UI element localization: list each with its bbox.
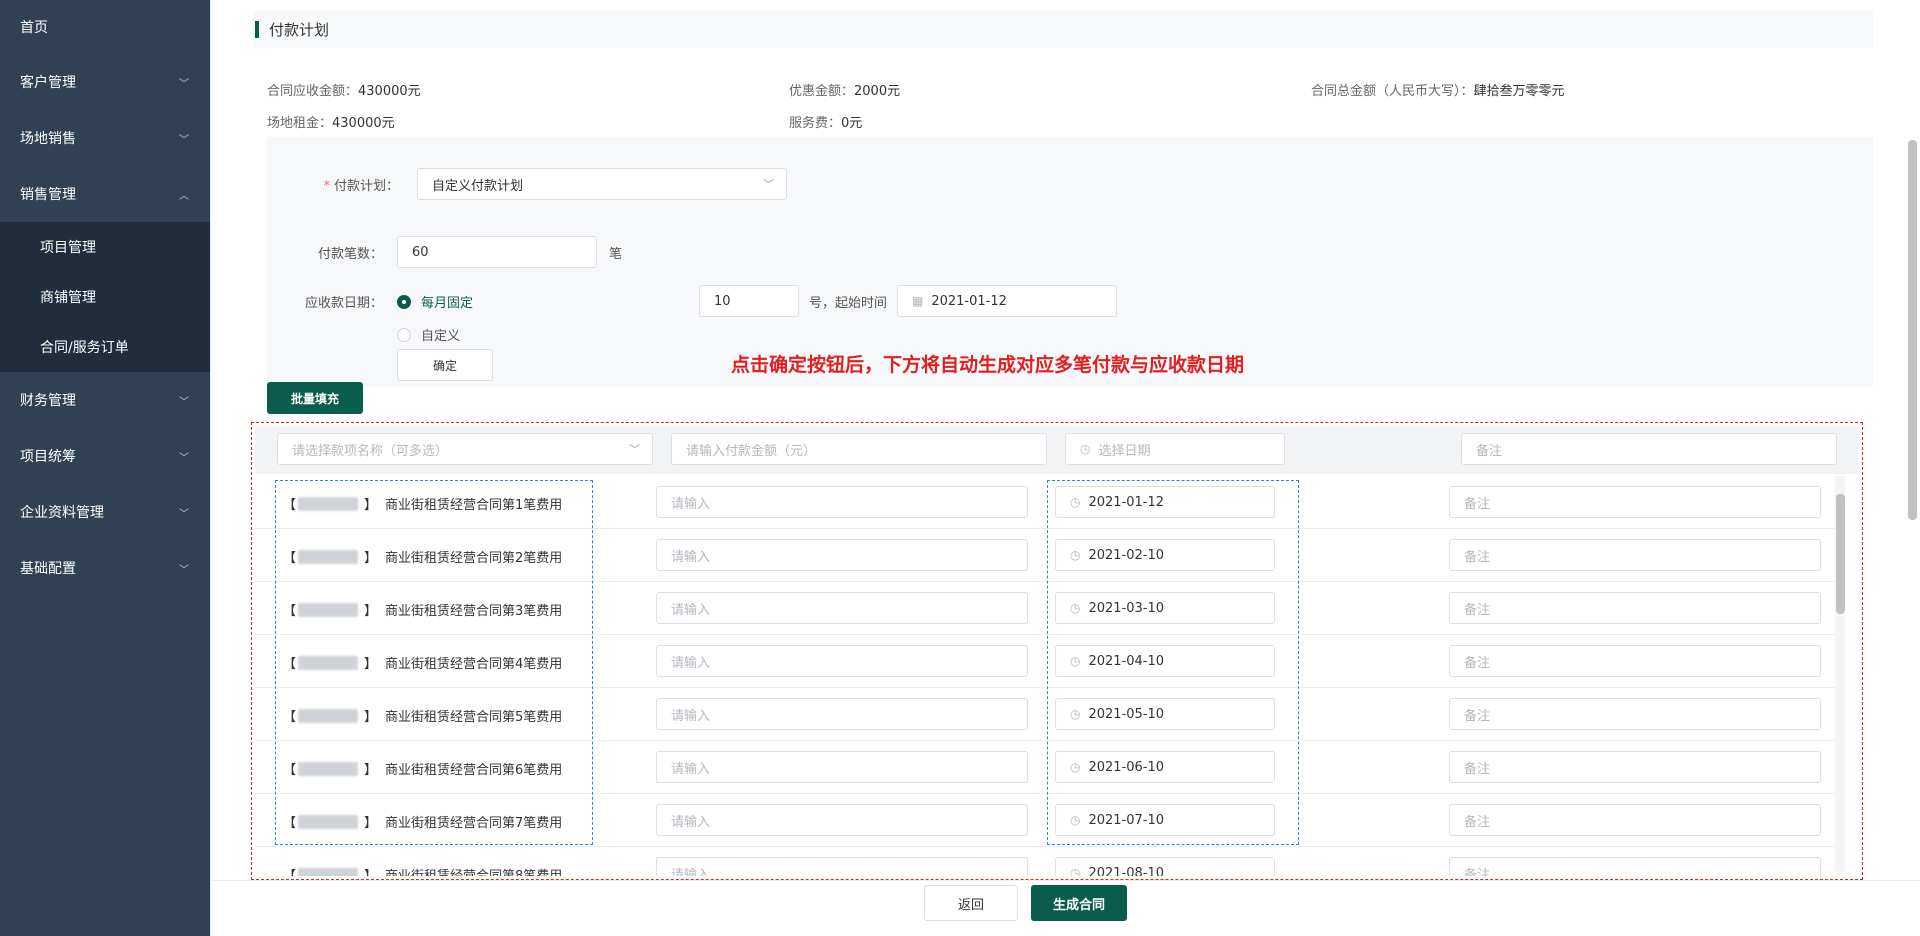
sidebar-item-label: 项目统筹 bbox=[20, 449, 76, 465]
sidebar-item-company-data[interactable]: 企业资料管理 ﹀ bbox=[0, 484, 210, 540]
date-label: 应收款日期： bbox=[304, 296, 383, 311]
total-label: 合同总金额（人民币大写）： bbox=[1311, 84, 1474, 99]
generate-contract-button[interactable]: 生成合同 bbox=[1031, 885, 1127, 921]
radio-unchecked-icon bbox=[397, 327, 411, 342]
sidebar-item-label: 客户管理 bbox=[20, 75, 76, 91]
start-label: 号，起始时间 bbox=[809, 296, 888, 311]
start-date-input[interactable]: ▦ 2021-01-12 bbox=[897, 285, 1117, 317]
chevron-down-icon: ﹀ bbox=[179, 452, 189, 464]
chevron-down-icon: ﹀ bbox=[179, 564, 189, 576]
rent-label: 场地租金： bbox=[267, 116, 333, 131]
sidebar-item-label: 企业资料管理 bbox=[20, 505, 104, 521]
page-scrollbar-thumb[interactable] bbox=[1908, 140, 1917, 520]
count-label: 付款笔数： bbox=[317, 247, 383, 262]
total-value: 肆拾叁万零零元 bbox=[1473, 84, 1565, 99]
rent-value: 430000元 bbox=[332, 116, 395, 131]
monthly-day-input[interactable]: 10 bbox=[699, 285, 799, 317]
annotation-text: 点击确定按钮后，下方将自动生成对应多笔付款与应收款日期 bbox=[731, 354, 1245, 376]
receivable-amount: 合同应收金额： 430000元 bbox=[267, 80, 421, 99]
annotation-date-column-frame bbox=[1047, 480, 1299, 845]
footer-bar: 返回 生成合同 bbox=[211, 880, 1920, 936]
calendar-icon: ▦ bbox=[912, 294, 924, 308]
sidebar-item-sales[interactable]: 销售管理 ︿ bbox=[0, 166, 210, 222]
receivable-label: 合同应收金额： bbox=[267, 84, 359, 99]
chevron-down-icon: ﹀ bbox=[179, 78, 189, 90]
plan-label: * 付款计划： bbox=[267, 175, 399, 194]
required-mark: * bbox=[323, 179, 330, 194]
main-content: 付款计划 合同应收金额： 430000元 优惠金额： 2000元 合同总金额（人民币… bbox=[210, 0, 1920, 936]
sidebar-item-base-config[interactable]: 基础配置 ﹀ bbox=[0, 540, 210, 596]
sidebar-item-label: 场地销售 bbox=[20, 131, 76, 147]
monthly-radio[interactable]: 每月固定 bbox=[397, 292, 473, 311]
batch-fill-button[interactable]: 批量填充 bbox=[267, 382, 363, 414]
service-value: 0元 bbox=[841, 116, 863, 131]
plan-select[interactable]: 自定义付款计划 ﹀ bbox=[417, 168, 787, 200]
sidebar-subitem-label: 商铺管理 bbox=[40, 290, 96, 306]
sales-submenu: 项目管理 商铺管理 合同/服务订单 bbox=[0, 222, 210, 372]
sidebar-item-home[interactable]: 首页 bbox=[0, 0, 210, 54]
sidebar-subitem-projects[interactable]: 项目管理 bbox=[0, 222, 210, 272]
discount-amount: 优惠金额： 2000元 bbox=[789, 80, 900, 99]
discount-label: 优惠金额： bbox=[789, 84, 855, 99]
custom-radio[interactable]: 自定义 bbox=[397, 325, 460, 344]
discount-value: 2000元 bbox=[854, 84, 901, 99]
custom-radio-label: 自定义 bbox=[421, 329, 461, 344]
sidebar-item-label: 财务管理 bbox=[20, 393, 76, 409]
plan-select-value: 自定义付款计划 bbox=[432, 178, 524, 194]
confirm-button[interactable]: 确定 bbox=[397, 349, 493, 381]
count-input[interactable]: 60 bbox=[397, 236, 597, 268]
start-date-value: 2021-01-12 bbox=[931, 293, 1007, 309]
count-unit: 笔 bbox=[609, 247, 623, 262]
sidebar-item-label: 首页 bbox=[20, 20, 48, 36]
sidebar: 首页 客户管理 ﹀ 场地销售 ﹀ 销售管理 ︿ 项目管理 商铺管理 合同/服务订… bbox=[0, 0, 210, 936]
sidebar-item-finance[interactable]: 财务管理 ﹀ bbox=[0, 372, 210, 428]
total-amount: 合同总金额（人民币大写）： 肆拾叁万零零元 bbox=[1311, 80, 1565, 99]
sidebar-item-label: 基础配置 bbox=[20, 561, 76, 577]
service-label: 服务费： bbox=[789, 116, 842, 131]
service-fee: 服务费： 0元 bbox=[789, 112, 862, 131]
chevron-down-icon: ﹀ bbox=[763, 178, 774, 191]
monthly-day-value: 10 bbox=[714, 293, 731, 309]
receivable-value: 430000元 bbox=[358, 84, 421, 99]
rent-amount: 场地租金： 430000元 bbox=[267, 112, 395, 131]
back-button[interactable]: 返回 bbox=[924, 885, 1018, 921]
chevron-down-icon: ﹀ bbox=[179, 508, 189, 520]
section-header: 付款计划 bbox=[253, 10, 1873, 48]
section-title: 付款计划 bbox=[269, 20, 330, 39]
sidebar-subitem-contracts[interactable]: 合同/服务订单 bbox=[0, 322, 210, 372]
sidebar-item-label: 销售管理 bbox=[20, 187, 76, 203]
section-accent-bar bbox=[255, 20, 259, 38]
sidebar-subitem-shops[interactable]: 商铺管理 bbox=[0, 272, 210, 322]
count-value: 60 bbox=[412, 244, 429, 260]
chevron-up-icon: ︿ bbox=[179, 190, 189, 202]
chevron-down-icon: ﹀ bbox=[179, 396, 189, 408]
sidebar-item-venue-sales[interactable]: 场地销售 ﹀ bbox=[0, 110, 210, 166]
sidebar-subitem-label: 合同/服务订单 bbox=[40, 340, 129, 356]
sidebar-item-project-coordination[interactable]: 项目统筹 ﹀ bbox=[0, 428, 210, 484]
monthly-radio-label: 每月固定 bbox=[421, 296, 474, 311]
chevron-down-icon: ﹀ bbox=[179, 134, 189, 146]
plan-label-text: 付款计划： bbox=[333, 179, 399, 194]
sidebar-item-customers[interactable]: 客户管理 ﹀ bbox=[0, 54, 210, 110]
annotation-name-column-frame bbox=[275, 480, 593, 845]
sidebar-subitem-label: 项目管理 bbox=[40, 240, 96, 256]
radio-checked-icon bbox=[397, 294, 411, 309]
